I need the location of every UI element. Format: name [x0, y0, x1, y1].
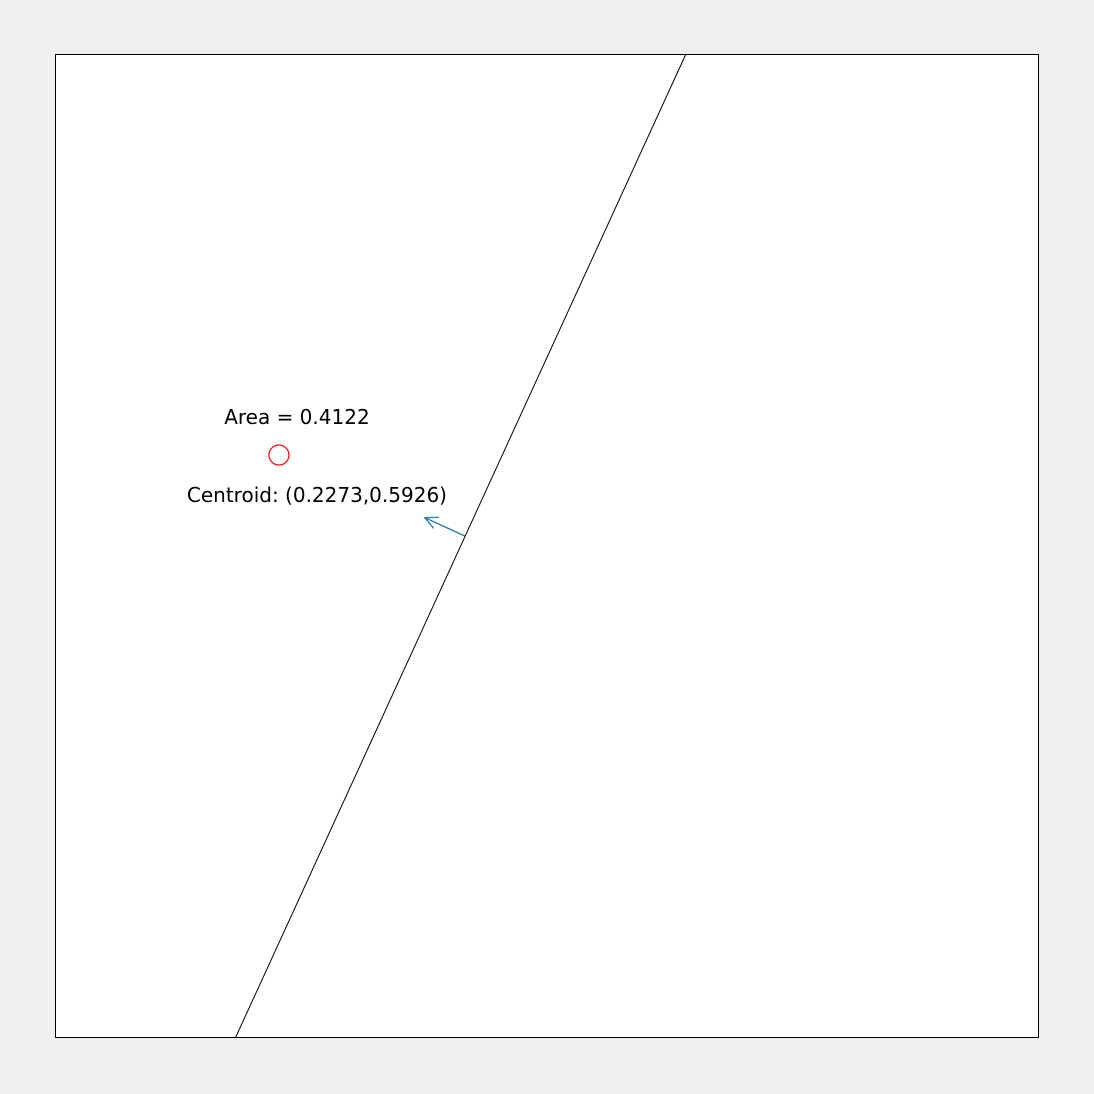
plot-area: [55, 54, 1039, 1038]
centroid-label: Centroid: (0.2273,0.5926): [187, 483, 447, 507]
figure-canvas: Area = 0.4122 Centroid: (0.2273,0.5926): [55, 54, 1039, 1038]
area-label: Area = 0.4122: [224, 405, 369, 429]
